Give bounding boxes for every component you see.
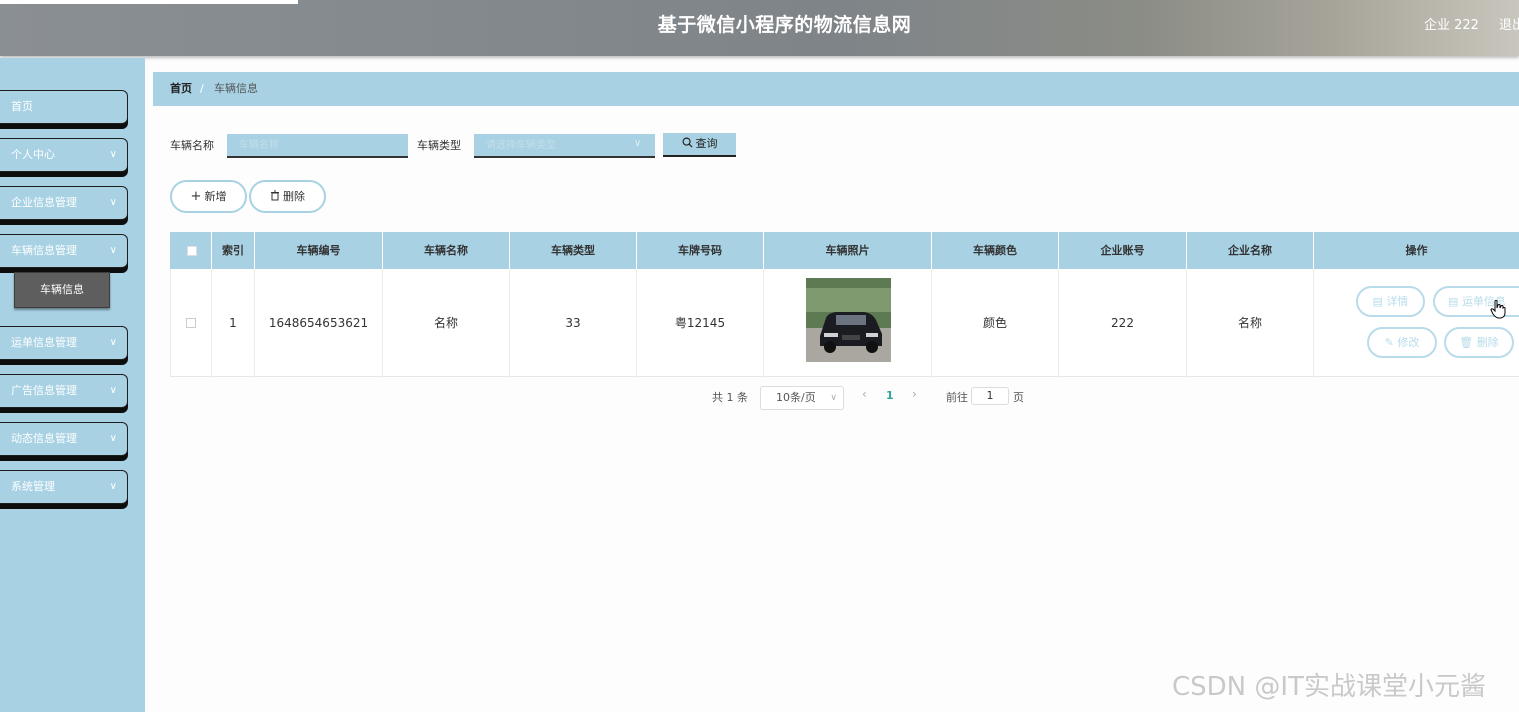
- document-icon: ▤: [1448, 295, 1462, 308]
- chevron-down-icon: ∨: [109, 385, 117, 396]
- logout-link[interactable]: 退出: [1499, 14, 1519, 33]
- breadcrumb-current: 车辆信息: [214, 82, 258, 95]
- hand-cursor-icon: [1490, 299, 1506, 319]
- bulk-delete-label: 删除: [283, 190, 305, 203]
- page-size-value: 10条/页: [776, 391, 816, 404]
- suv-photo-image: [806, 278, 891, 362]
- row-delete-label: 删除: [1476, 336, 1499, 349]
- cell-plate: 粤12145: [637, 269, 764, 377]
- page-size-select[interactable]: 10条/页 ∨: [760, 386, 844, 410]
- add-button-label: 新增: [204, 190, 227, 203]
- edit-icon: ✎: [1384, 336, 1398, 349]
- sidebar-item-home[interactable]: 首页: [0, 90, 128, 124]
- goto-page-input[interactable]: 1: [971, 387, 1009, 405]
- cell-color: 颜色: [932, 269, 1059, 377]
- vehicle-photo[interactable]: [806, 278, 891, 362]
- chevron-down-icon: ∨: [830, 393, 837, 403]
- sidebar-item-waybill-management[interactable]: 运单信息管理 ∨: [0, 326, 128, 360]
- sidebar-item-label: 系统管理: [11, 480, 55, 493]
- sidebar-item-system-management[interactable]: 系统管理 ∨: [0, 470, 128, 504]
- search-icon: [682, 137, 693, 148]
- vehicle-name-label: 车辆名称: [170, 139, 214, 152]
- chevron-down-icon: ∨: [109, 197, 117, 208]
- current-page-number[interactable]: 1: [886, 389, 894, 402]
- edit-button[interactable]: ✎ 修改: [1367, 327, 1437, 358]
- row-checkbox[interactable]: [186, 318, 196, 328]
- sidebar-item-label: 企业信息管理: [11, 196, 77, 209]
- cell-index: 1: [212, 269, 255, 377]
- header-actions: 操作: [1405, 244, 1428, 257]
- chevron-down-icon: ∨: [109, 337, 117, 348]
- current-user[interactable]: 企业 222: [1424, 14, 1479, 33]
- edit-button-label: 修改: [1397, 336, 1420, 349]
- detail-button[interactable]: ▤ 详情: [1356, 286, 1425, 317]
- breadcrumb-home[interactable]: 首页: [170, 72, 192, 106]
- table-header: 索引 车辆编号 车辆名称 车辆类型 车牌号码 车辆照片 车辆颜色 企业账号 企业…: [170, 232, 1519, 269]
- pagination-total: 共 1 条: [712, 391, 748, 404]
- vehicle-name-input[interactable]: [227, 134, 408, 158]
- header-vehicle-name: 车辆名称: [383, 232, 510, 269]
- chevron-down-icon: ∨: [109, 245, 117, 256]
- sidebar-item-company-management[interactable]: 企业信息管理 ∨: [0, 186, 128, 220]
- add-button[interactable]: + 新增: [170, 180, 247, 213]
- chevron-down-icon: ∨: [109, 433, 117, 444]
- sidebar-item-label: 动态信息管理: [11, 432, 77, 445]
- sidebar-item-label: 广告信息管理: [11, 384, 77, 397]
- cell-vehicle-type: 33: [510, 269, 637, 377]
- vehicle-type-label: 车辆类型: [417, 139, 461, 152]
- cell-vehicle-name: 名称: [383, 269, 510, 377]
- cell-vehicle-no: 1648654653621: [255, 269, 383, 377]
- watermark: CSDN @IT实战课堂小元酱: [1172, 672, 1486, 702]
- trash-icon: [271, 190, 279, 201]
- query-button[interactable]: 查询: [663, 133, 736, 157]
- header-vehicle-type: 车辆类型: [510, 232, 637, 269]
- detail-button-label: 详情: [1386, 295, 1409, 308]
- query-button-label: 查询: [695, 137, 718, 150]
- row-select-cell: [170, 269, 212, 377]
- table-row: 1 1648654653621 名称 33 粤12145 颜色 222 名称 ▤…: [170, 269, 1519, 377]
- sidebar-item-vehicle-management[interactable]: 车辆信息管理 ∨: [0, 234, 128, 268]
- page-suffix: 页: [1013, 391, 1024, 404]
- app-title: 基于微信小程序的物流信息网: [657, 14, 912, 36]
- breadcrumb: 首页 / 车辆信息: [153, 72, 1519, 106]
- select-all-checkbox[interactable]: [187, 246, 197, 256]
- header-index: 索引: [212, 232, 255, 269]
- sidebar-item-label: 个人中心: [11, 148, 55, 161]
- sidebar-item-news-management[interactable]: 动态信息管理 ∨: [0, 422, 128, 456]
- bulk-delete-button[interactable]: 删除: [249, 180, 326, 213]
- top-header: 基于微信小程序的物流信息网 企业 222 退出: [0, 0, 1519, 56]
- cell-company-account: 222: [1059, 269, 1187, 377]
- header-company-account: 企业账号: [1059, 232, 1187, 269]
- sidebar-subitem-vehicle-info[interactable]: 车辆信息: [14, 272, 110, 308]
- header-photo: 车辆照片: [764, 232, 932, 269]
- sidebar-item-label: 运单信息管理: [11, 336, 77, 349]
- breadcrumb-separator: /: [200, 82, 204, 95]
- plus-icon: +: [190, 189, 202, 204]
- chevron-down-icon: ∨: [634, 138, 642, 149]
- document-icon: ▤: [1372, 295, 1387, 308]
- vehicle-type-select[interactable]: [474, 134, 655, 158]
- cell-company-name: 名称: [1187, 269, 1314, 377]
- chevron-down-icon: ∨: [109, 149, 117, 160]
- header-plate: 车牌号码: [637, 232, 764, 269]
- header-select-cell: [170, 232, 212, 269]
- sidebar-item-label: 车辆信息管理: [11, 244, 77, 257]
- sidebar-item-ad-management[interactable]: 广告信息管理 ∨: [0, 374, 128, 408]
- sidebar-item-label: 首页: [11, 100, 33, 113]
- next-page-icon[interactable]: ›: [912, 387, 917, 401]
- sidebar: 首页 个人中心 ∨ 企业信息管理 ∨ 车辆信息管理 ∨ 车辆信息 运单信息管理 …: [0, 58, 145, 712]
- header-vehicle-no: 车辆编号: [255, 232, 383, 269]
- header-company-name: 企业名称: [1187, 232, 1314, 269]
- chevron-down-icon: ∨: [109, 481, 117, 492]
- waybill-info-button[interactable]: ▤ 运单信息: [1433, 286, 1519, 317]
- row-delete-button[interactable]: 🗑 删除: [1444, 327, 1514, 358]
- prev-page-icon[interactable]: ‹: [862, 387, 867, 401]
- header-progress-strip: [0, 0, 298, 4]
- goto-label: 前往: [946, 391, 968, 404]
- header-color: 车辆颜色: [932, 232, 1059, 269]
- trash-icon: 🗑: [1459, 336, 1477, 349]
- sidebar-item-personal-center[interactable]: 个人中心 ∨: [0, 138, 128, 172]
